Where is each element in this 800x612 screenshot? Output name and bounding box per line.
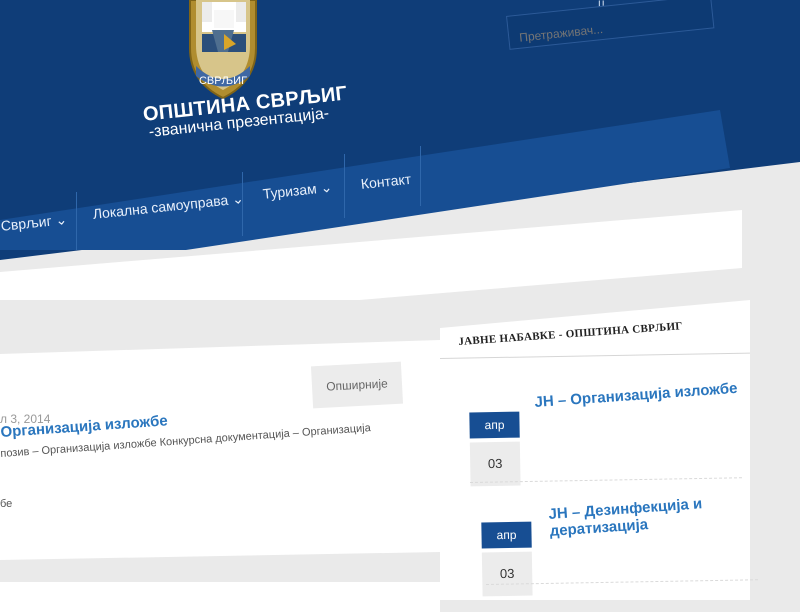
- event-day: 03: [469, 441, 521, 487]
- municipality-crest-logo[interactable]: СВРЉИГ: [184, 0, 262, 100]
- chevron-down-icon: ⌄: [54, 211, 68, 229]
- event-day: 03: [481, 551, 533, 597]
- nav-divider: [242, 172, 243, 236]
- nav-divider: [344, 154, 345, 218]
- nav-divider: [420, 146, 421, 206]
- event-date-badge: апр 03: [481, 521, 533, 603]
- event-month: апр: [481, 521, 532, 549]
- post-excerpt-line-2: бе: [0, 498, 13, 510]
- crest-text: СВРЉИГ: [199, 75, 247, 87]
- nav-divider: [76, 192, 77, 250]
- chevron-down-icon: ⌄: [319, 178, 333, 196]
- next-post-card: [0, 582, 440, 612]
- event-month: апр: [469, 411, 520, 439]
- read-more-button[interactable]: Опширније: [310, 361, 404, 409]
